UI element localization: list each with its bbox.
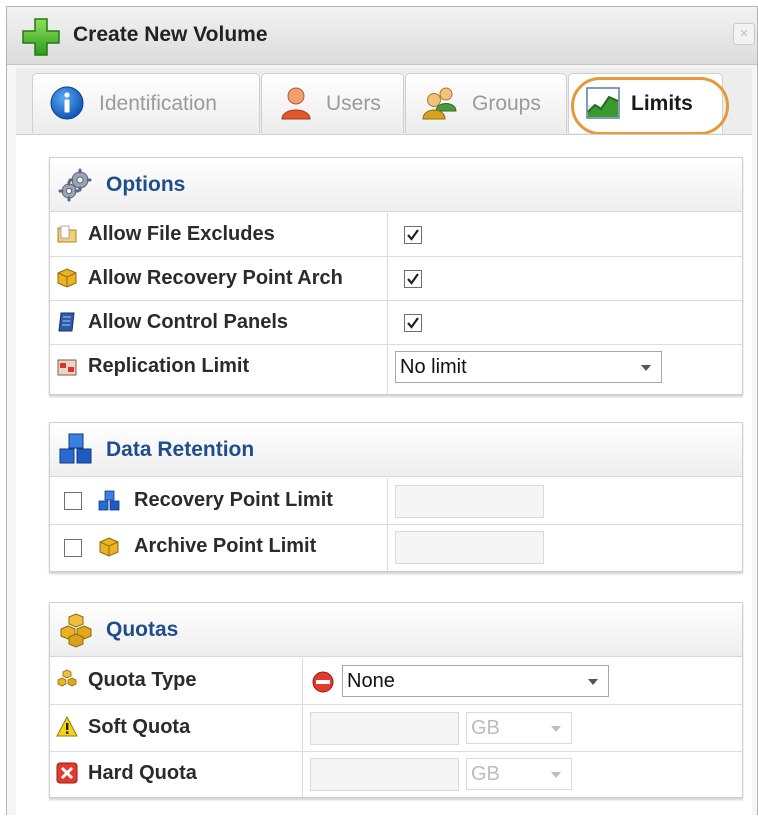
replication-icon <box>57 359 77 376</box>
chevron-down-icon <box>551 772 561 778</box>
tab-label: Limits <box>631 92 693 115</box>
no-entry-icon <box>312 671 334 693</box>
option-label-cell: Allow Recovery Point Arch <box>50 257 388 300</box>
select-value: No limit <box>400 356 467 378</box>
folder-icon <box>57 225 77 243</box>
data-retention-header: Data Retention <box>50 423 742 477</box>
retention-label-cell: Archive Point Limit <box>50 525 388 571</box>
checkmark-icon <box>407 229 419 241</box>
options-header: Options <box>50 158 742 212</box>
options-title: Options <box>106 173 186 196</box>
warning-icon <box>56 716 78 737</box>
option-label-cell: Replication Limit <box>50 345 388 394</box>
quota-row: Quota Type None <box>50 658 742 705</box>
gold-stack-icon <box>60 613 92 648</box>
chevron-down-icon <box>551 726 561 732</box>
archive-point-limit-checkbox[interactable] <box>64 539 82 557</box>
quota-row: Hard Quota GB <box>50 752 742 797</box>
option-label: Replication Limit <box>88 355 250 377</box>
retention-row: Recovery Point Limit <box>50 478 742 525</box>
quota-label-cell: Hard Quota <box>50 752 303 797</box>
quotas-header: Quotas <box>50 603 742 657</box>
gold-box-icon <box>99 537 119 557</box>
close-button[interactable]: × <box>733 23 755 45</box>
option-label-cell: Allow File Excludes <box>50 213 388 256</box>
blue-cubes-small-icon <box>98 490 120 511</box>
retention-row: Archive Point Limit <box>50 525 742 571</box>
select-value: None <box>347 670 395 692</box>
green-plus-icon <box>22 18 60 56</box>
quotas-title: Quotas <box>106 618 179 641</box>
archive-point-limit-input[interactable] <box>395 531 544 564</box>
tab-identification[interactable]: Identification <box>32 73 260 133</box>
quota-row: Soft Quota GB <box>50 705 742 752</box>
tab-content-limits: Options Allow File Excludes Allow Recove… <box>16 134 752 816</box>
gold-stack-small-icon <box>57 669 77 687</box>
soft-quota-input[interactable] <box>310 712 459 745</box>
option-row: Allow Recovery Point Arch <box>50 257 742 301</box>
quota-label: Hard Quota <box>88 762 197 784</box>
option-row: Allow File Excludes <box>50 213 742 257</box>
quota-label-cell: Soft Quota <box>50 705 303 751</box>
data-retention-title: Data Retention <box>106 438 255 461</box>
retention-label: Archive Point Limit <box>134 535 317 557</box>
archive-box-icon <box>57 268 77 288</box>
chevron-down-icon <box>641 365 651 371</box>
tab-label: Groups <box>472 92 541 115</box>
allow-control-panels-checkbox[interactable] <box>404 314 422 332</box>
quota-label: Soft Quota <box>88 716 191 738</box>
hard-quota-input[interactable] <box>310 758 459 791</box>
control-panel-icon <box>58 312 75 332</box>
checkmark-icon <box>407 273 419 285</box>
group-icon <box>422 87 457 120</box>
quota-type-select[interactable]: None <box>342 665 609 697</box>
quotas-panel: Quotas Quota Type None Soft Quota GB Har… <box>49 602 743 798</box>
select-value: GB <box>471 763 500 785</box>
recovery-point-limit-input[interactable] <box>395 485 544 518</box>
quota-label: Quota Type <box>88 669 197 691</box>
tab-users[interactable]: Users <box>261 73 404 133</box>
blue-cubes-icon <box>59 433 92 464</box>
tab-groups[interactable]: Groups <box>405 73 567 133</box>
hard-quota-unit-select[interactable]: GB <box>466 758 572 790</box>
data-retention-panel: Data Retention Recovery Point Limit Arch… <box>49 422 743 572</box>
create-volume-dialog: Create New Volume × Identification Users… <box>6 6 758 816</box>
options-panel: Options Allow File Excludes Allow Recove… <box>49 157 743 395</box>
option-label: Allow Recovery Point Arch <box>88 267 343 289</box>
dialog-title: Create New Volume <box>73 23 268 46</box>
soft-quota-unit-select[interactable]: GB <box>466 712 572 744</box>
option-label: Allow File Excludes <box>88 223 275 245</box>
allow-recovery-point-archive-checkbox[interactable] <box>404 270 422 288</box>
replication-limit-select[interactable]: No limit <box>395 351 662 383</box>
user-icon <box>281 87 311 120</box>
tab-label: Identification <box>99 92 217 115</box>
select-value: GB <box>471 717 500 739</box>
retention-label-cell: Recovery Point Limit <box>50 478 388 524</box>
retention-label: Recovery Point Limit <box>134 489 333 511</box>
allow-file-excludes-checkbox[interactable] <box>404 226 422 244</box>
option-label: Allow Control Panels <box>88 311 289 333</box>
info-icon <box>50 86 84 120</box>
option-row: Allow Control Panels <box>50 301 742 345</box>
tab-label: Users <box>326 92 381 115</box>
error-x-icon <box>56 762 78 784</box>
option-label-cell: Allow Control Panels <box>50 301 388 344</box>
tab-limits[interactable]: Limits <box>568 73 723 133</box>
chart-icon <box>586 87 620 119</box>
checkmark-icon <box>407 317 419 329</box>
chevron-down-icon <box>588 679 598 685</box>
dialog-titlebar: Create New Volume × <box>7 7 757 65</box>
quota-label-cell: Quota Type <box>50 658 303 704</box>
recovery-point-limit-checkbox[interactable] <box>64 492 82 510</box>
gears-icon <box>58 168 92 202</box>
option-row: Replication Limit No limit <box>50 345 742 394</box>
